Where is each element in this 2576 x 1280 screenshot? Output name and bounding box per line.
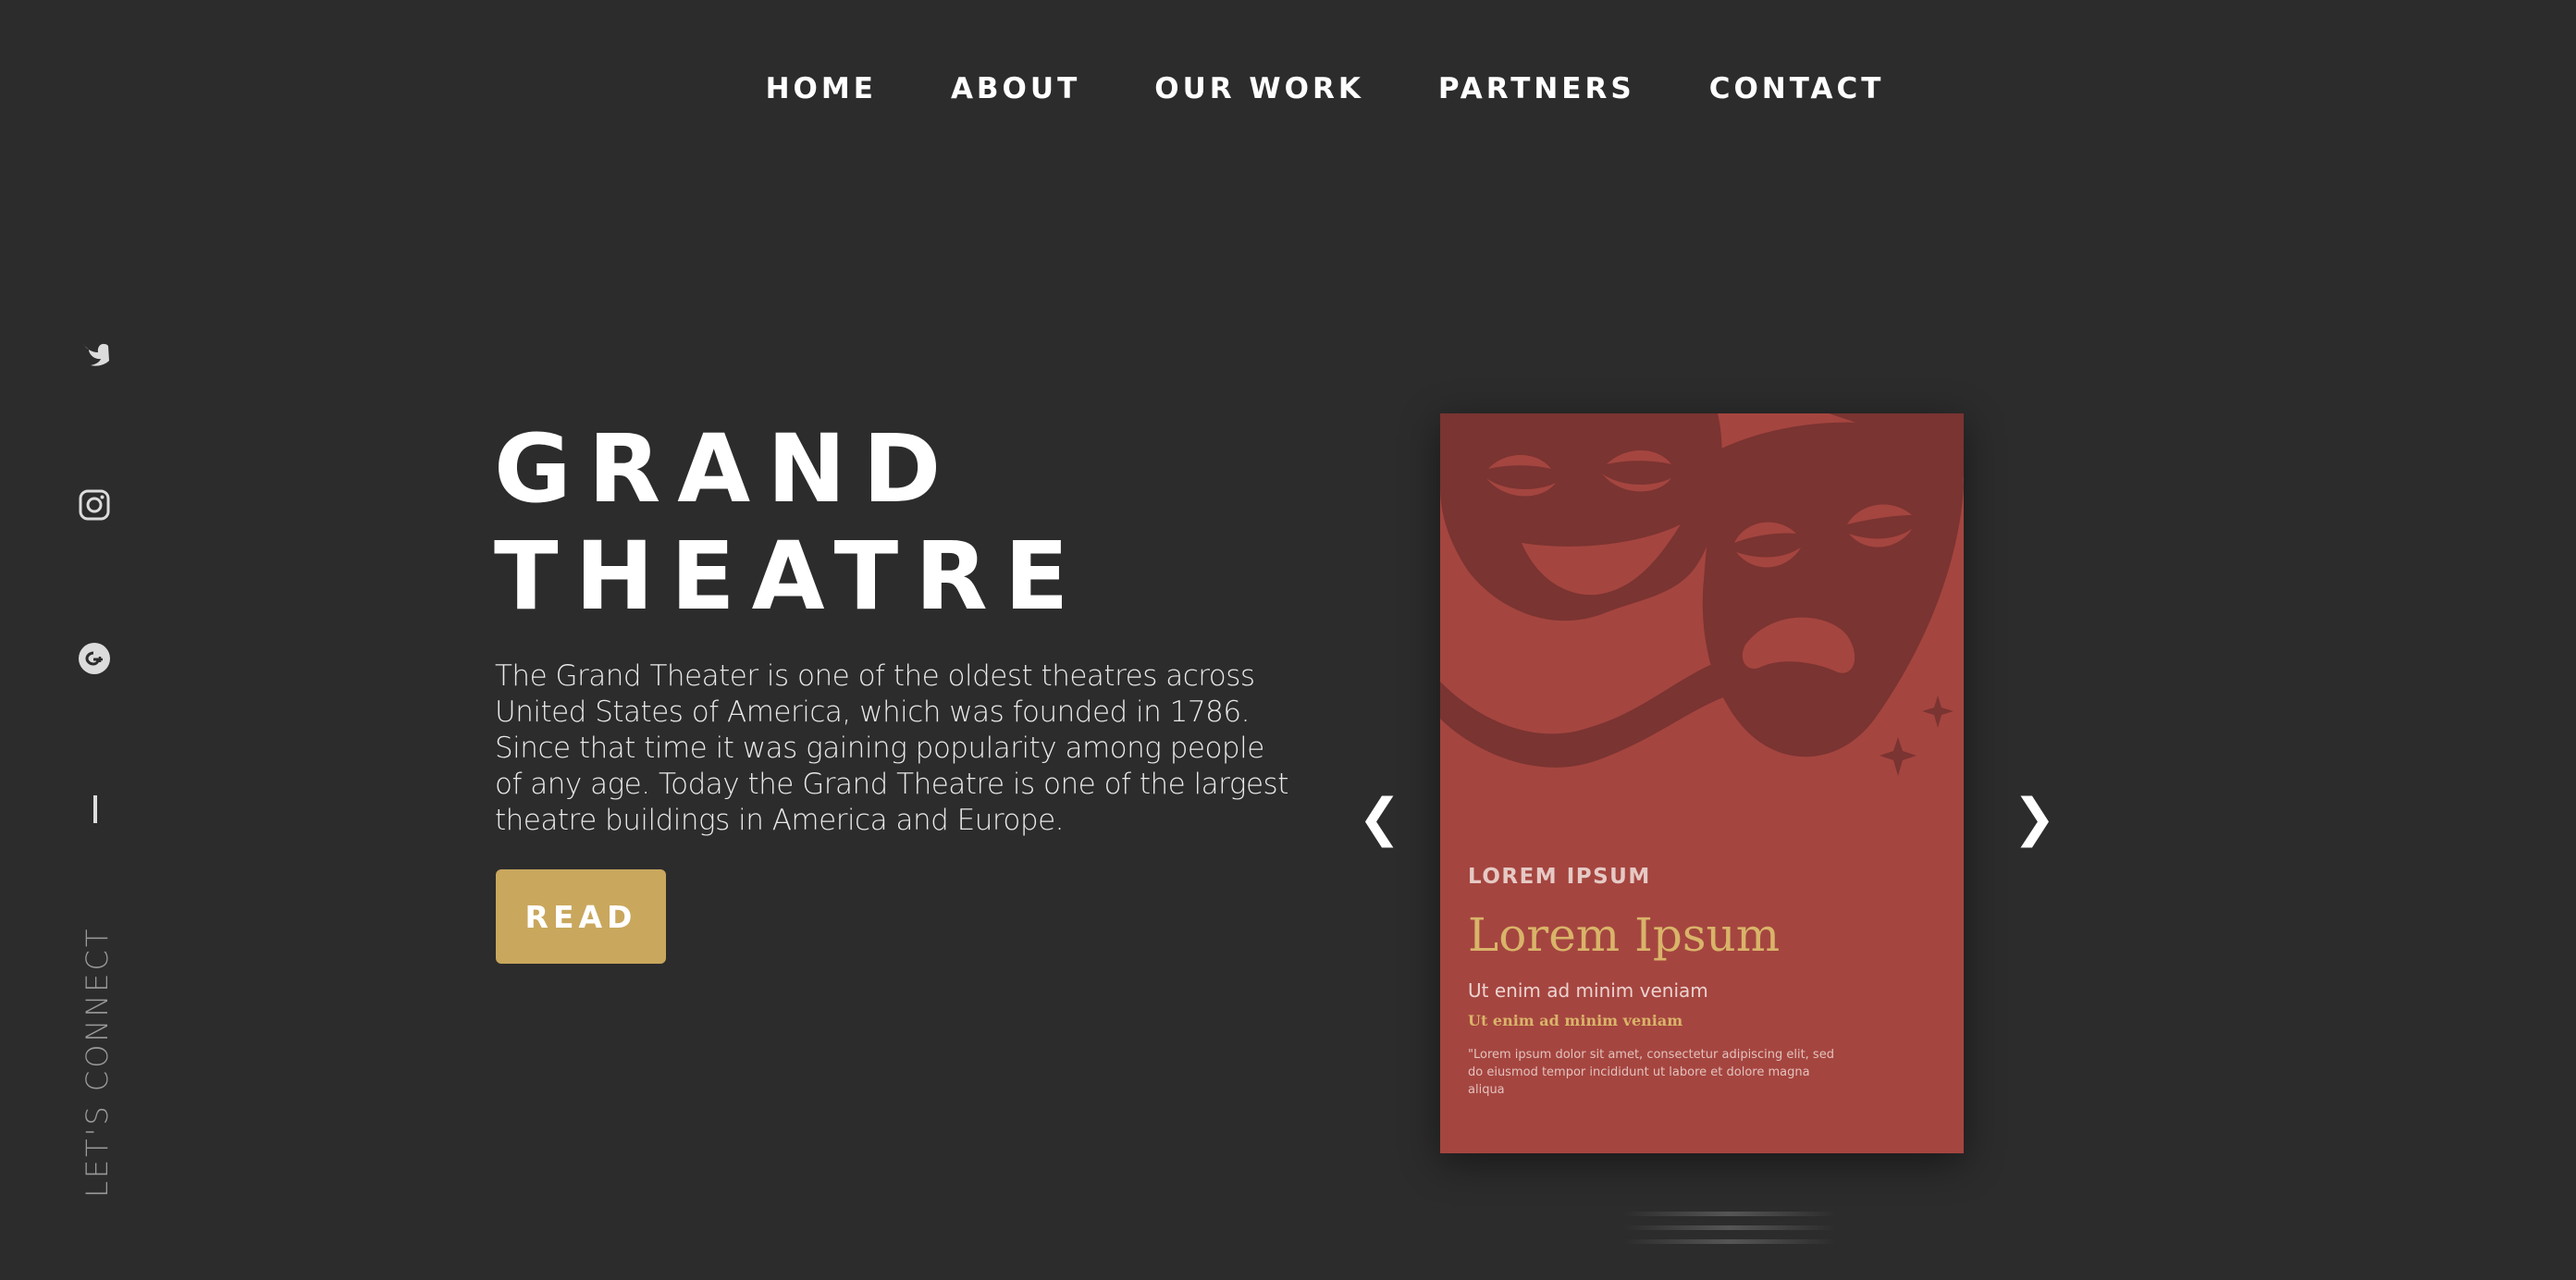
google-plus-icon[interactable] (76, 640, 113, 677)
twitter-icon[interactable] (76, 335, 113, 372)
theatre-masks-icon (1440, 413, 1964, 776)
title-line-2: THEATRE (494, 522, 1086, 632)
sidebar-divider (93, 795, 97, 823)
next-slide-arrow-icon[interactable]: ❯ (2013, 786, 2056, 851)
page: HOME ABOUT OUR WORK PARTNERS CONTACT LET… (0, 0, 2576, 1280)
poster-title: Lorem Ipsum (1468, 908, 1781, 962)
featured-poster[interactable]: LOREM IPSUM Lorem Ipsum Ut enim ad minim… (1440, 413, 1964, 1153)
hero-description: The Grand Theater is one of the oldest t… (495, 659, 1288, 837)
main-nav: HOME ABOUT OUR WORK PARTNERS CONTACT (37, 72, 2576, 105)
title-line-1: GRAND (494, 414, 958, 524)
nav-about[interactable]: ABOUT (951, 72, 1080, 105)
nav-home[interactable]: HOME (766, 72, 877, 105)
prev-slide-arrow-icon[interactable]: ❮ (1358, 786, 1401, 851)
page-title: GRAND THEATRE (494, 416, 1085, 631)
poster-reflection (1623, 1212, 1836, 1253)
poster-subtitle: Ut enim ad minim veniam (1468, 979, 1708, 1002)
poster-eyebrow: LOREM IPSUM (1468, 865, 1651, 889)
nav-contact[interactable]: CONTACT (1709, 72, 1885, 105)
lets-connect-label: LET'S CONNECT (80, 926, 115, 1198)
poster-quote: "Lorem ipsum dolor sit amet, consectetur… (1468, 1048, 1834, 1097)
poster-subtitle-alt: Ut enim ad minim veniam (1468, 1012, 1683, 1029)
instagram-icon[interactable] (76, 486, 113, 523)
nav-our-work[interactable]: OUR WORK (1154, 72, 1364, 105)
read-button[interactable]: READ (496, 869, 666, 964)
nav-partners[interactable]: PARTNERS (1438, 72, 1635, 105)
